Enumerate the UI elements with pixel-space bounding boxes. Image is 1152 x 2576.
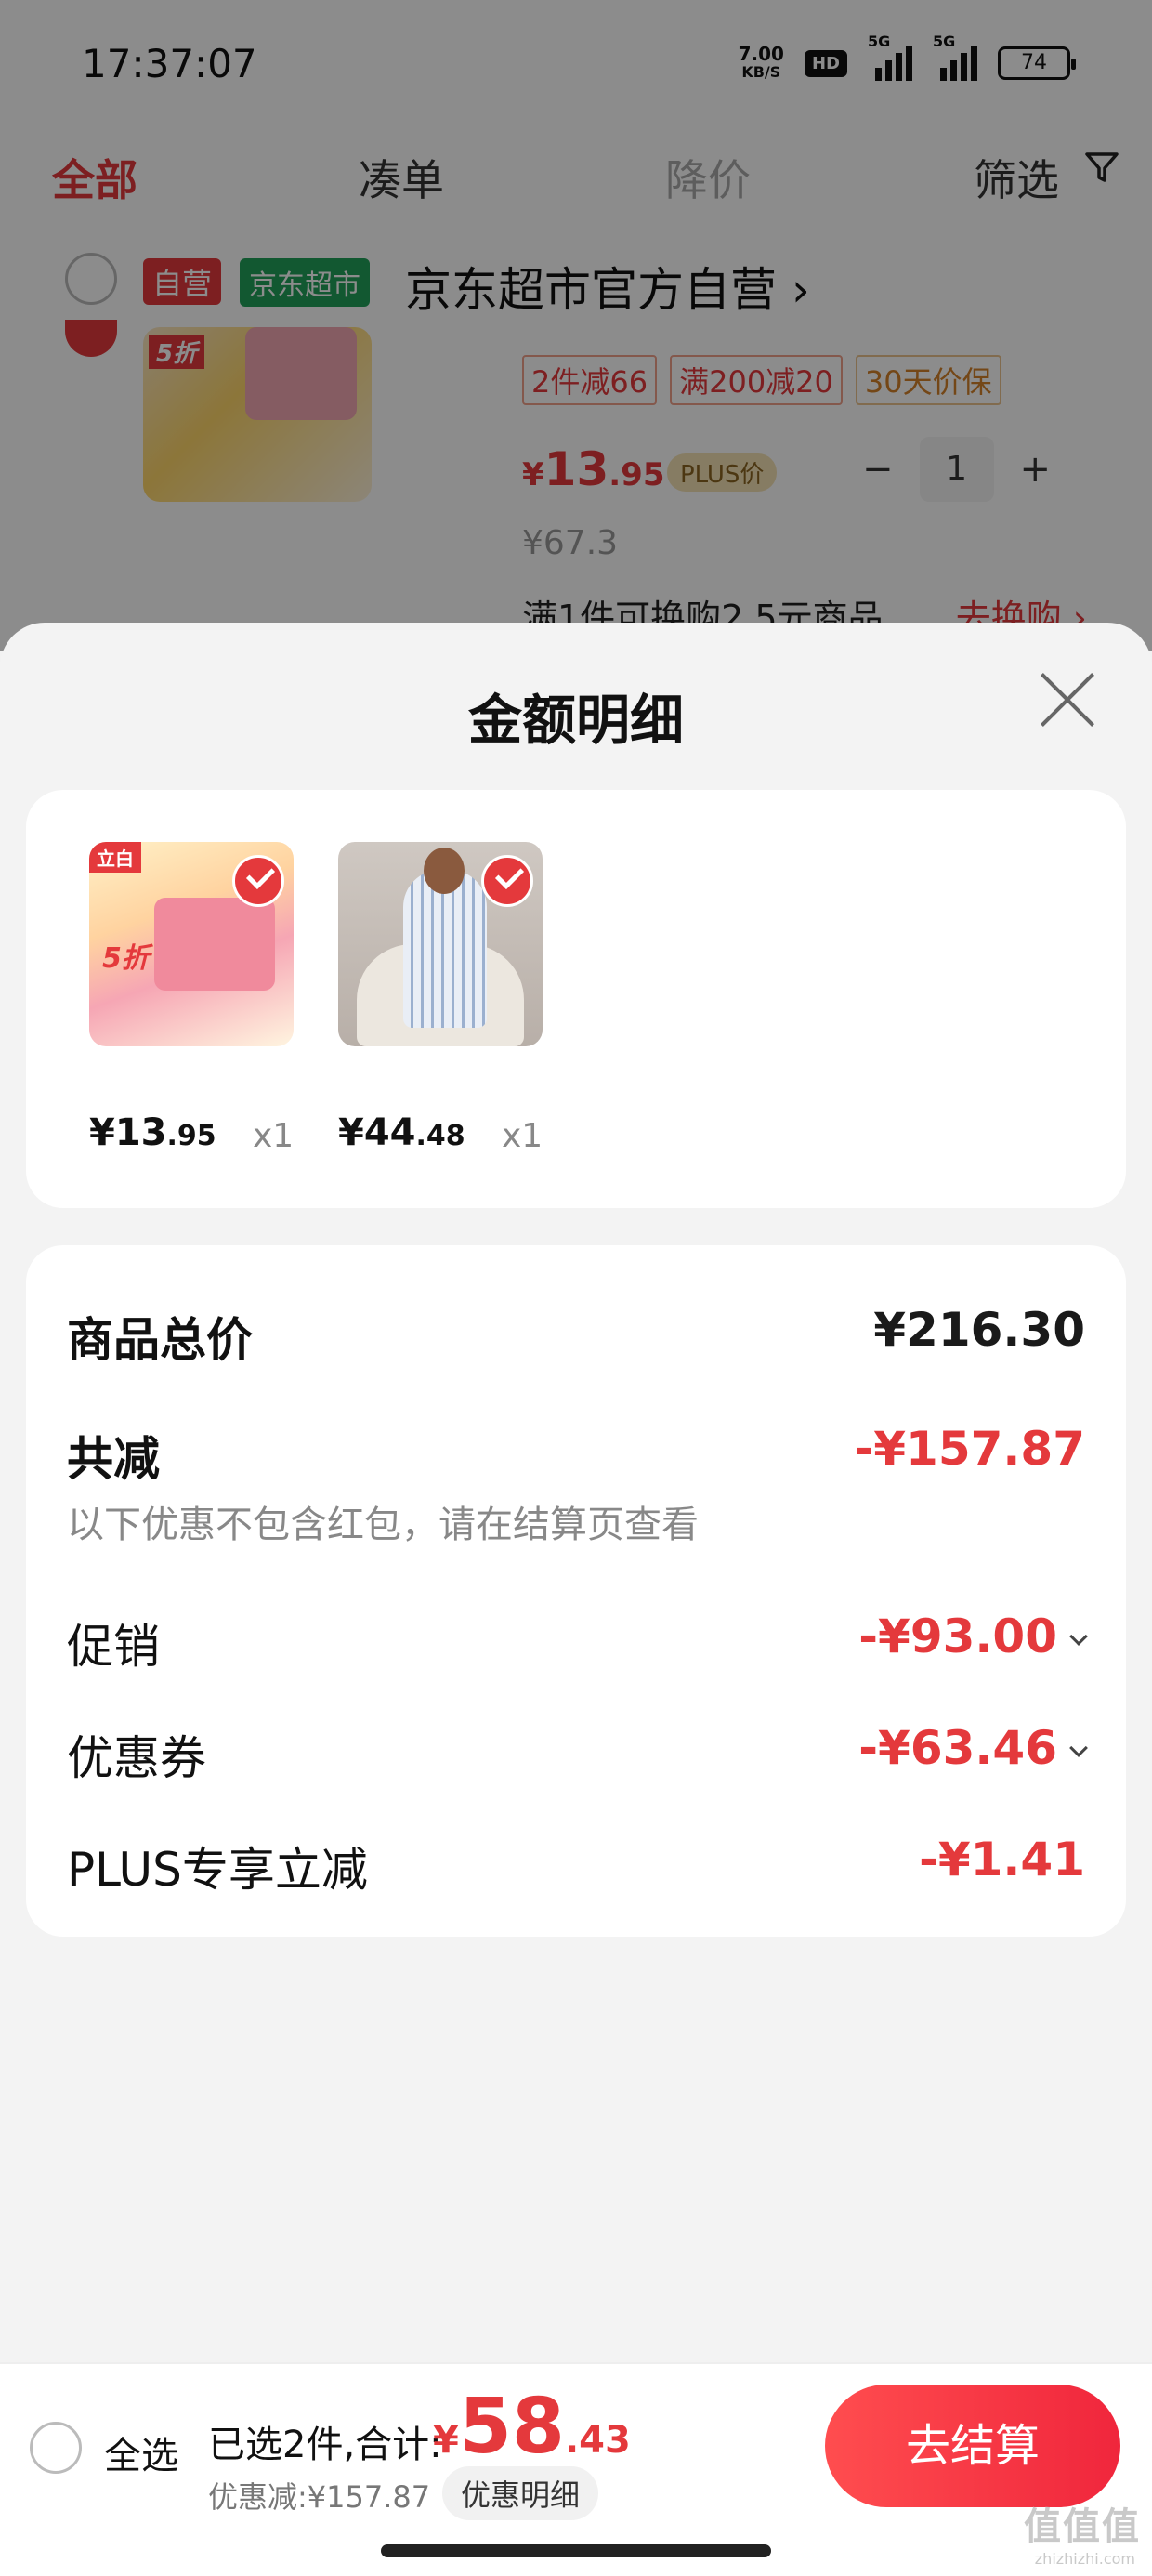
total-amount: ¥58.43 — [433, 2383, 631, 2471]
brand-logo: 立白 — [89, 842, 141, 873]
checkout-bar: 全选 已选2件,合计: ¥58.43 优惠减:¥157.87 优惠明细 去结算 … — [0, 2362, 1152, 2576]
select-all-label[interactable]: 全选 — [104, 2425, 178, 2479]
coupon-value: -¥63.46 — [858, 1721, 1057, 1775]
checkout-button[interactable]: 去结算 — [825, 2385, 1120, 2507]
amount-detail-sheet: 金额明细 立白 5折 ¥13.95 x1 ¥44.48 x1 商品总价 ¥216… — [0, 623, 1152, 2362]
close-icon[interactable] — [1037, 669, 1098, 730]
item-count: x1 — [253, 1117, 295, 1155]
selected-items-card: 立白 5折 ¥13.95 x1 ¥44.48 x1 — [26, 790, 1126, 1208]
selected-item: 立白 5折 ¥13.95 x1 — [89, 842, 303, 1155]
total-price-value: ¥216.30 — [873, 1303, 1085, 1357]
price-summary-card: 商品总价 ¥216.30 共减 -¥157.87 以下优惠不包含红包，请在结算页… — [26, 1245, 1126, 1937]
item-image[interactable]: 立白 5折 — [89, 842, 294, 1046]
discount-badge: 5折 — [102, 942, 150, 975]
sheet-title: 金额明细 — [467, 689, 684, 752]
watermark-url: zhizhizhi.com — [1034, 2550, 1135, 2568]
total-reduction-value: -¥157.87 — [854, 1422, 1086, 1476]
item-price: ¥44.48 — [338, 1111, 465, 1154]
coupon-label: 优惠券 — [67, 1731, 206, 1785]
home-indicator[interactable] — [381, 2544, 771, 2557]
check-icon — [481, 855, 533, 907]
item-image[interactable] — [338, 842, 543, 1046]
modal-overlay[interactable] — [0, 0, 1152, 651]
item-price: ¥13.95 — [89, 1111, 216, 1154]
watermark-logo: 值值值 — [1024, 2505, 1141, 2548]
chevron-down-icon[interactable] — [1069, 1739, 1088, 1757]
saved-amount: 优惠减:¥157.87 — [208, 2479, 431, 2515]
promotion-value-wrap: -¥93.00 — [858, 1610, 1088, 1663]
total-price-label: 商品总价 — [67, 1313, 253, 1367]
discount-detail-button[interactable]: 优惠明细 — [442, 2466, 599, 2520]
plus-discount-value: -¥1.41 — [919, 1833, 1085, 1886]
selected-count: 已选2件,合计: — [208, 2424, 442, 2466]
discount-note: 以下优惠不包含红包，请在结算页查看 — [67, 1504, 699, 1546]
promotion-label: 促销 — [67, 1620, 160, 1674]
promotion-value: -¥93.00 — [858, 1610, 1057, 1663]
chevron-down-icon[interactable] — [1069, 1627, 1088, 1646]
plus-discount-label: PLUS专享立减 — [67, 1843, 368, 1897]
total-reduction-label: 共减 — [67, 1432, 160, 1486]
select-all-checkbox[interactable] — [30, 2422, 82, 2474]
selected-item: ¥44.48 x1 — [338, 842, 552, 1155]
item-count: x1 — [502, 1117, 543, 1155]
check-icon — [232, 855, 284, 907]
coupon-value-wrap: -¥63.46 — [858, 1721, 1088, 1775]
